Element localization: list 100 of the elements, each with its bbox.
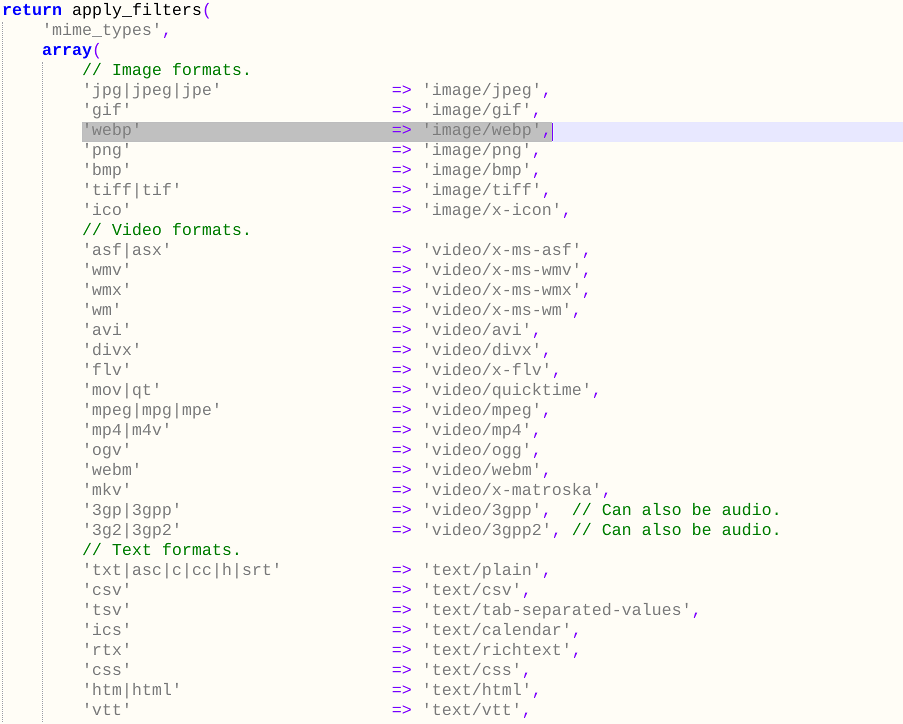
comma: , (552, 522, 562, 542)
arrow-operator: => (392, 402, 412, 422)
string-literal: 'css' (82, 662, 133, 682)
string-literal: 'video/webm' (420, 462, 542, 482)
keyword: array (42, 42, 92, 62)
string-literal: 'mov|qt' (82, 382, 163, 402)
string-literal: 'image/bmp' (420, 162, 532, 182)
string-literal: 'video/x-ms-wmv' (420, 262, 582, 282)
arrow-operator: => (392, 522, 412, 542)
comma: , (532, 102, 542, 122)
string-literal: 'video/ogg' (420, 442, 532, 462)
function-name: apply_filters (70, 2, 202, 22)
comma: , (572, 642, 582, 662)
comma: , (602, 482, 612, 502)
arrow-operator: => (392, 442, 412, 462)
arrow-operator: => (392, 602, 412, 622)
string-literal: 'rtx' (82, 642, 133, 662)
arrow-operator: => (392, 642, 412, 662)
string-literal: 'wmx' (82, 282, 133, 302)
string-literal: 'tiff|tif' (82, 182, 183, 202)
string-literal: 'text/html' (420, 682, 532, 702)
string-literal: 'flv' (82, 362, 133, 382)
string-literal: 'mime_types' (42, 22, 162, 42)
arrow-operator: => (392, 262, 412, 282)
string-literal: 'video/x-matroska' (420, 482, 602, 502)
string-literal: 'divx' (82, 342, 143, 362)
arrow-operator: => (392, 382, 412, 402)
arrow-operator: => (392, 482, 412, 502)
comma: , (572, 302, 582, 322)
string-literal: 'htm|html' (82, 682, 183, 702)
comma: , (542, 182, 552, 202)
string-literal: 'video/x-ms-wm' (420, 302, 572, 322)
arrow-operator: => (392, 142, 412, 162)
comma: , (592, 382, 602, 402)
string-literal: 'text/tab-separated-values' (420, 602, 692, 622)
string-literal: 'text/plain' (420, 562, 542, 582)
string-literal: 'video/mpeg' (420, 402, 542, 422)
string-literal: '3g2|3gp2' (82, 522, 183, 542)
comma: , (552, 362, 562, 382)
string-literal: 'video/mp4' (420, 422, 532, 442)
arrow-operator: => (392, 582, 412, 602)
string-literal: 'avi' (82, 322, 133, 342)
comma: , (582, 282, 592, 302)
arrow-operator: => (392, 282, 412, 302)
arrow-operator: => (392, 682, 412, 702)
comma: , (532, 682, 542, 702)
comma: , (692, 602, 702, 622)
string-literal: 'wmv' (82, 262, 133, 282)
string-literal: 'video/x-ms-wmx' (420, 282, 582, 302)
string-literal: 'csv' (82, 582, 133, 602)
comma: , (532, 422, 542, 442)
comma: , (542, 462, 552, 482)
string-literal: 'asf|asx' (82, 242, 173, 262)
arrow-operator: => (392, 102, 412, 122)
string-literal: 'image/png' (420, 142, 532, 162)
arrow-operator: => (392, 342, 412, 362)
string-literal: 'image/jpeg' (420, 82, 542, 102)
arrow-operator: => (392, 462, 412, 482)
string-literal: 'text/richtext' (420, 642, 572, 662)
code-comment: // Text formats. (82, 542, 242, 562)
arrow-operator: => (392, 502, 412, 522)
comma: , (522, 702, 532, 722)
string-literal: 'image/x-icon' (420, 202, 562, 222)
code-comment: // Can also be audio. (572, 502, 782, 522)
arrow-operator: => (392, 82, 412, 102)
arrow-operator: => (392, 122, 412, 142)
comma: , (542, 562, 552, 582)
string-literal: 'ico' (82, 202, 133, 222)
string-literal: 'text/csv' (420, 582, 522, 602)
keyword: return (2, 2, 62, 22)
string-literal: 'ogv' (82, 442, 133, 462)
comma: , (162, 22, 172, 42)
comma: , (542, 122, 552, 142)
string-literal: 'text/vtt' (420, 702, 522, 722)
comma: , (542, 402, 552, 422)
string-literal: 'mpeg|mpg|mpe' (82, 402, 223, 422)
arrow-operator: => (392, 242, 412, 262)
arrow-operator: => (392, 702, 412, 722)
arrow-operator: => (392, 622, 412, 642)
arrow-operator: => (392, 202, 412, 222)
arrow-operator: => (392, 422, 412, 442)
string-literal: 'webp' (82, 122, 143, 142)
arrow-operator: => (392, 182, 412, 202)
parenthesis: ( (202, 2, 212, 22)
code-comment: // Can also be audio. (572, 522, 782, 542)
string-literal: 'ics' (82, 622, 133, 642)
string-literal: 'vtt' (82, 702, 133, 722)
string-literal: 'png' (82, 142, 133, 162)
string-literal: 'video/quicktime' (420, 382, 592, 402)
comma: , (542, 342, 552, 362)
string-literal: 'wm' (82, 302, 123, 322)
arrow-operator: => (392, 562, 412, 582)
comma: , (532, 442, 542, 462)
comma: , (532, 322, 542, 342)
string-literal: 'mp4|m4v' (82, 422, 173, 442)
string-literal: 'webm' (82, 462, 143, 482)
comma: , (562, 202, 572, 222)
string-literal: 'video/avi' (420, 322, 532, 342)
string-literal: 'text/calendar' (420, 622, 572, 642)
comma: , (532, 162, 542, 182)
